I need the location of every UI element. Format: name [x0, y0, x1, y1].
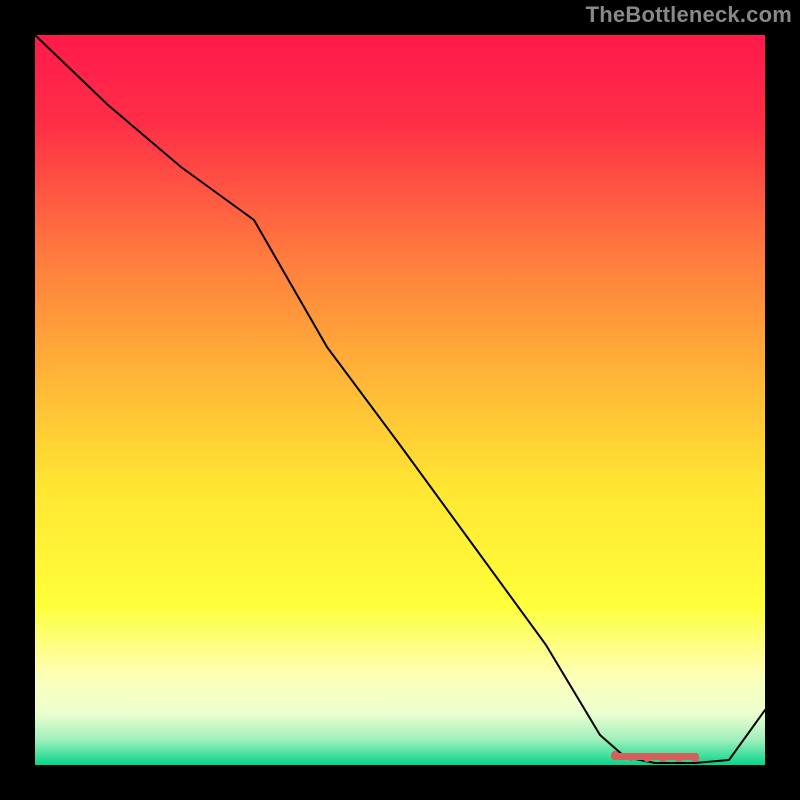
chart-svg [35, 35, 765, 765]
marker-dot [691, 754, 699, 762]
chart-frame: TheBottleneck.com [0, 0, 800, 800]
marker-dot [675, 754, 683, 762]
marker-dot [659, 754, 667, 762]
plot-area [35, 35, 765, 765]
gradient-background [35, 35, 765, 765]
marker-bar [611, 753, 699, 760]
marker-dot [611, 751, 619, 759]
marker-dot [627, 753, 635, 761]
marker-dot [643, 754, 651, 762]
watermark-text: TheBottleneck.com [586, 2, 792, 28]
